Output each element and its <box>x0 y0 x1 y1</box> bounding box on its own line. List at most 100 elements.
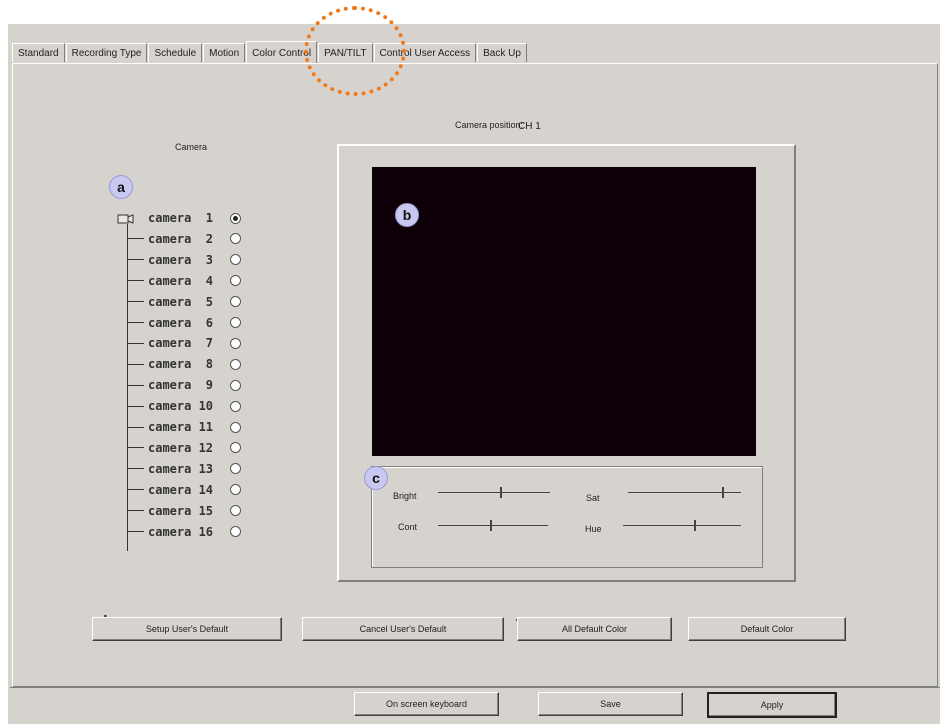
camera-row: camera 2 <box>128 229 241 249</box>
hue-slider[interactable] <box>623 519 741 533</box>
tree-branch <box>128 426 144 428</box>
camera-radio[interactable] <box>230 254 241 266</box>
camera-row: camera 15 <box>128 501 241 521</box>
camera-label: camera 9 <box>148 378 214 393</box>
tree-branch <box>128 384 144 386</box>
camera-position-label: Camera position: <box>455 120 524 130</box>
tree-branch <box>128 468 144 470</box>
annotation-c: c <box>364 466 388 490</box>
bright-slider-thumb[interactable] <box>500 487 502 498</box>
camera-row: camera 1 <box>128 208 241 228</box>
camera-row: camera 7 <box>128 333 241 353</box>
camera-label: camera 11 <box>148 420 214 434</box>
camera-label: camera 8 <box>148 357 214 372</box>
camera-row: camera 13 <box>128 459 241 479</box>
camera-row: camera 5 <box>128 292 241 312</box>
tree-branch <box>128 489 144 491</box>
hue-slider-thumb[interactable] <box>694 520 696 531</box>
camera-label: camera 5 <box>148 294 214 309</box>
cancel-default-button[interactable]: Cancel User's Default <box>302 617 504 641</box>
camera-row: camera 9 <box>128 375 241 395</box>
camera-label: camera 13 <box>148 461 214 476</box>
cont-slider[interactable] <box>438 519 548 533</box>
tab-schedule[interactable]: Schedule <box>148 43 203 62</box>
camera-row: camera 4 <box>128 271 241 291</box>
camera-label: camera 16 <box>148 524 214 539</box>
sat-slider[interactable] <box>628 486 741 500</box>
camera-row: camera 3 <box>128 250 241 270</box>
camera-row: camera 8 <box>128 354 241 374</box>
camera-radio[interactable] <box>230 212 241 224</box>
bright-slider[interactable] <box>438 486 550 500</box>
camera-radio[interactable] <box>230 421 241 433</box>
tree-branch <box>128 447 144 449</box>
camera-radio[interactable] <box>230 358 241 370</box>
camera-radio[interactable] <box>230 442 241 454</box>
camera-radio[interactable] <box>230 296 241 308</box>
bottom-divider <box>10 687 940 688</box>
camera-label: camera 12 <box>148 440 214 455</box>
camera-radio[interactable] <box>230 484 241 496</box>
camera-label: camera 2 <box>148 231 214 246</box>
apply-button[interactable]: Apply <box>707 692 837 718</box>
all-default-color-button[interactable]: All Default Color <box>517 617 672 641</box>
camera-row: camera 16 <box>128 522 241 542</box>
bright-label: Bright <box>393 491 417 501</box>
camera-radio[interactable] <box>230 317 241 328</box>
tree-branch <box>128 301 144 303</box>
on-screen-keyboard-button[interactable]: On screen keyboard <box>354 692 499 716</box>
color-adjust-group <box>371 466 763 568</box>
cont-slider-track <box>438 525 548 526</box>
sat-label: Sat <box>586 493 600 503</box>
sat-slider-track <box>628 492 741 493</box>
camera-label: camera 6 <box>148 315 214 330</box>
tree-branch <box>128 510 144 512</box>
camera-label: camera 3 <box>148 252 214 267</box>
default-color-button[interactable]: Default Color <box>688 617 846 641</box>
sat-slider-thumb[interactable] <box>722 487 724 498</box>
cont-slider-thumb[interactable] <box>490 520 492 531</box>
camera-radio[interactable] <box>230 400 241 412</box>
camera-radio[interactable] <box>230 505 241 517</box>
annotation-a: a <box>109 175 133 199</box>
annotation-b: b <box>395 203 419 227</box>
hue-slider-track <box>623 525 741 526</box>
camera-label: camera 14 <box>148 482 214 497</box>
hue-label: Hue <box>585 524 602 534</box>
camera-position-value: CH 1 <box>518 121 541 132</box>
camera-radio[interactable] <box>230 233 241 245</box>
camera-label: camera 1 <box>148 211 214 225</box>
tab-recording-type[interactable]: Recording Type <box>65 43 148 62</box>
tab-back-up[interactable]: Back Up <box>477 43 527 62</box>
camera-row: camera 11 <box>128 417 241 437</box>
camera-row: camera 6 <box>128 313 241 333</box>
camera-radio[interactable] <box>230 379 241 391</box>
tree-branch <box>128 238 144 240</box>
save-button[interactable]: Save <box>538 692 683 716</box>
tree-branch <box>128 342 144 344</box>
tab-standard[interactable]: Standard <box>12 43 65 62</box>
tab-motion[interactable]: Motion <box>203 43 246 62</box>
camera-radio[interactable] <box>230 337 241 349</box>
camera-radio[interactable] <box>230 463 241 475</box>
camera-row: camera 10 <box>128 396 241 416</box>
setup-default-button[interactable]: Setup User's Default <box>92 617 282 641</box>
camera-row: camera 12 <box>128 438 241 458</box>
tree-branch <box>128 280 144 282</box>
camera-label: camera 10 <box>148 399 214 414</box>
tab-bar: Standard Recording Type Schedule Motion Colo… <box>12 40 528 63</box>
camera-section-label: Camera <box>175 142 208 152</box>
tree-branch <box>128 531 144 532</box>
tree-branch <box>128 322 144 323</box>
camera-label: camera 15 <box>148 503 214 518</box>
camera-row: camera 14 <box>128 480 241 500</box>
video-preview <box>372 167 756 456</box>
camera-label: camera 7 <box>148 336 214 351</box>
tab-highlight-circle <box>304 6 406 96</box>
camera-radio[interactable] <box>230 526 241 537</box>
cont-label: Cont <box>398 522 418 532</box>
bright-slider-track <box>438 492 550 493</box>
tree-branch <box>128 363 144 365</box>
tree-branch <box>128 259 144 261</box>
camera-radio[interactable] <box>230 275 241 287</box>
